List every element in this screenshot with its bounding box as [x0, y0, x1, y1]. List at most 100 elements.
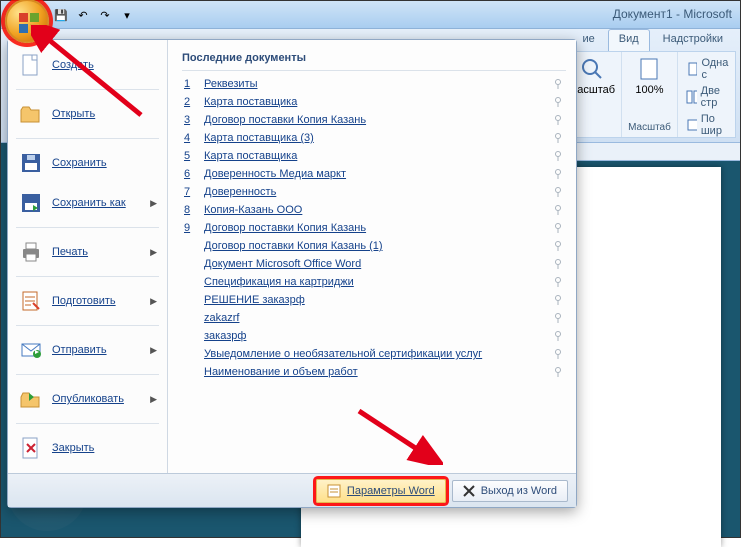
zoom-100-label[interactable]: 100%: [635, 84, 663, 96]
recent-name: заказрф: [204, 330, 544, 342]
qat-undo-icon[interactable]: ↶: [73, 5, 93, 25]
qat-save-icon[interactable]: 💾: [51, 5, 71, 25]
menu-close[interactable]: Закрыть: [8, 429, 167, 467]
recent-document-item[interactable]: 5Карта поставщика: [182, 147, 566, 165]
recent-document-item[interactable]: 2Карта поставщика: [182, 93, 566, 111]
pin-icon[interactable]: [552, 150, 564, 162]
menu-saveas-label: Сохранить как: [52, 197, 142, 209]
prepare-icon: [18, 288, 44, 314]
close-icon: [463, 485, 475, 497]
menu-send-label: Отправить: [52, 344, 142, 356]
recent-document-item[interactable]: Спецификация на картриджи: [182, 273, 566, 291]
two-page-icon: [686, 90, 697, 104]
pin-icon[interactable]: [552, 204, 564, 216]
recent-document-item[interactable]: 3 Договор поставки Копия Казань: [182, 111, 566, 129]
options-icon: [327, 484, 341, 498]
pin-icon[interactable]: [552, 312, 564, 324]
menu-publish[interactable]: Опубликовать▶: [8, 380, 167, 418]
floppy-arrow-icon: [18, 190, 44, 216]
menu-publish-label: Опубликовать: [52, 393, 142, 405]
ribbon-tabs: ие Вид Надстройки: [571, 29, 734, 51]
pin-icon[interactable]: [552, 132, 564, 144]
office-menu: Создать Открыть Сохранить Сохранить как ▶…: [7, 39, 577, 508]
recent-documents-panel: Последние документы 1Реквезиты2Карта пос…: [168, 40, 576, 473]
tab-addins[interactable]: Надстройки: [652, 29, 734, 51]
word-options-button[interactable]: Параметры Word: [316, 479, 446, 503]
recent-document-item[interactable]: 8Копия-Казань ООО: [182, 201, 566, 219]
recent-num: 6: [184, 168, 196, 180]
recent-document-item[interactable]: 1 Реквезиты: [182, 75, 566, 93]
recent-document-item[interactable]: zakazrf: [182, 309, 566, 327]
page-width-button[interactable]: По шир: [684, 112, 733, 138]
ribbon-body: Масштаб 100% Масштаб Одна с Две стр По ш…: [561, 51, 736, 138]
menu-open-label: Открыть: [52, 108, 157, 120]
one-page-label: Одна с: [701, 57, 730, 81]
pin-icon[interactable]: [552, 240, 564, 252]
pin-icon[interactable]: [552, 330, 564, 342]
recent-document-item[interactable]: 9Договор поставки Копия Казань: [182, 219, 566, 237]
exit-word-button[interactable]: Выход из Word: [452, 480, 568, 502]
one-page-icon: [686, 62, 698, 76]
menu-prepare[interactable]: Подготовить▶: [8, 282, 167, 320]
pin-icon[interactable]: [552, 114, 564, 126]
folder-open-icon: [18, 101, 44, 127]
recent-name: Карта поставщика (3): [204, 132, 544, 144]
submenu-arrow-icon: ▶: [150, 198, 157, 209]
recent-document-item[interactable]: Договор поставки Копия Казань (1): [182, 237, 566, 255]
pin-icon[interactable]: [552, 294, 564, 306]
recent-name: Доверенность: [204, 186, 544, 198]
recent-document-item[interactable]: заказрф: [182, 327, 566, 345]
recent-document-item[interactable]: 6Доверенность Медиа маркт: [182, 165, 566, 183]
pin-icon[interactable]: [552, 348, 564, 360]
magnifier-icon[interactable]: [579, 56, 605, 82]
ribbon-group-label: Масштаб: [628, 122, 671, 133]
recent-document-item[interactable]: Документ Microsoft Office Word: [182, 255, 566, 273]
tab-view[interactable]: Вид: [608, 29, 650, 51]
recent-document-item[interactable]: 7 Доверенность: [182, 183, 566, 201]
printer-icon: [18, 239, 44, 265]
pin-icon[interactable]: [552, 168, 564, 180]
pin-icon[interactable]: [552, 78, 564, 90]
pin-icon[interactable]: [552, 222, 564, 234]
recent-name: Документ Microsoft Office Word: [204, 258, 544, 270]
exit-word-label: Выход из Word: [481, 485, 557, 497]
recent-num: 7: [184, 186, 196, 198]
recent-name: Договор поставки Копия Казань: [204, 114, 544, 126]
recent-document-item[interactable]: 4Карта поставщика (3): [182, 129, 566, 147]
page-width-label: По шир: [701, 113, 731, 137]
two-page-button[interactable]: Две стр: [684, 84, 733, 110]
recent-name: РЕШЕНИЕ заказрф: [204, 294, 544, 306]
recent-name: Реквезиты: [204, 78, 544, 90]
recent-document-item[interactable]: Наименование и объем работ: [182, 363, 566, 381]
pin-icon[interactable]: [552, 96, 564, 108]
menu-open[interactable]: Открыть: [8, 95, 167, 133]
recent-document-item[interactable]: РЕШЕНИЕ заказрф: [182, 291, 566, 309]
qat-dropdown-icon[interactable]: ▾: [117, 5, 137, 25]
pin-icon[interactable]: [552, 186, 564, 198]
pin-icon[interactable]: [552, 366, 564, 378]
submenu-arrow-icon: ▶: [150, 345, 157, 356]
pin-icon[interactable]: [552, 258, 564, 270]
recent-num: 3: [184, 114, 196, 126]
one-page-button[interactable]: Одна с: [684, 56, 733, 82]
new-file-icon: [18, 52, 44, 78]
recent-name: Договор поставки Копия Казань: [204, 222, 544, 234]
page-100-icon[interactable]: [636, 56, 662, 82]
close-doc-icon: [18, 435, 44, 461]
qat-redo-icon[interactable]: ↷: [95, 5, 115, 25]
menu-new[interactable]: Создать: [8, 46, 167, 84]
recent-num: 2: [184, 96, 196, 108]
office-button[interactable]: [5, 0, 49, 43]
menu-save-as[interactable]: Сохранить как ▶: [8, 184, 167, 222]
menu-send[interactable]: Отправить ▶: [8, 331, 167, 369]
window-title: Документ1 - Microsoft: [613, 7, 732, 21]
word-options-label: Параметры Word: [347, 485, 435, 497]
recent-name: Наименование и объем работ: [204, 366, 544, 378]
publish-icon: [18, 386, 44, 412]
recent-num: 1: [184, 78, 196, 90]
menu-close-label: Закрыть: [52, 442, 157, 454]
pin-icon[interactable]: [552, 276, 564, 288]
menu-print[interactable]: Печать▶: [8, 233, 167, 271]
menu-save[interactable]: Сохранить: [8, 144, 167, 182]
recent-document-item[interactable]: Увыедомление о необязательной сертификац…: [182, 345, 566, 363]
